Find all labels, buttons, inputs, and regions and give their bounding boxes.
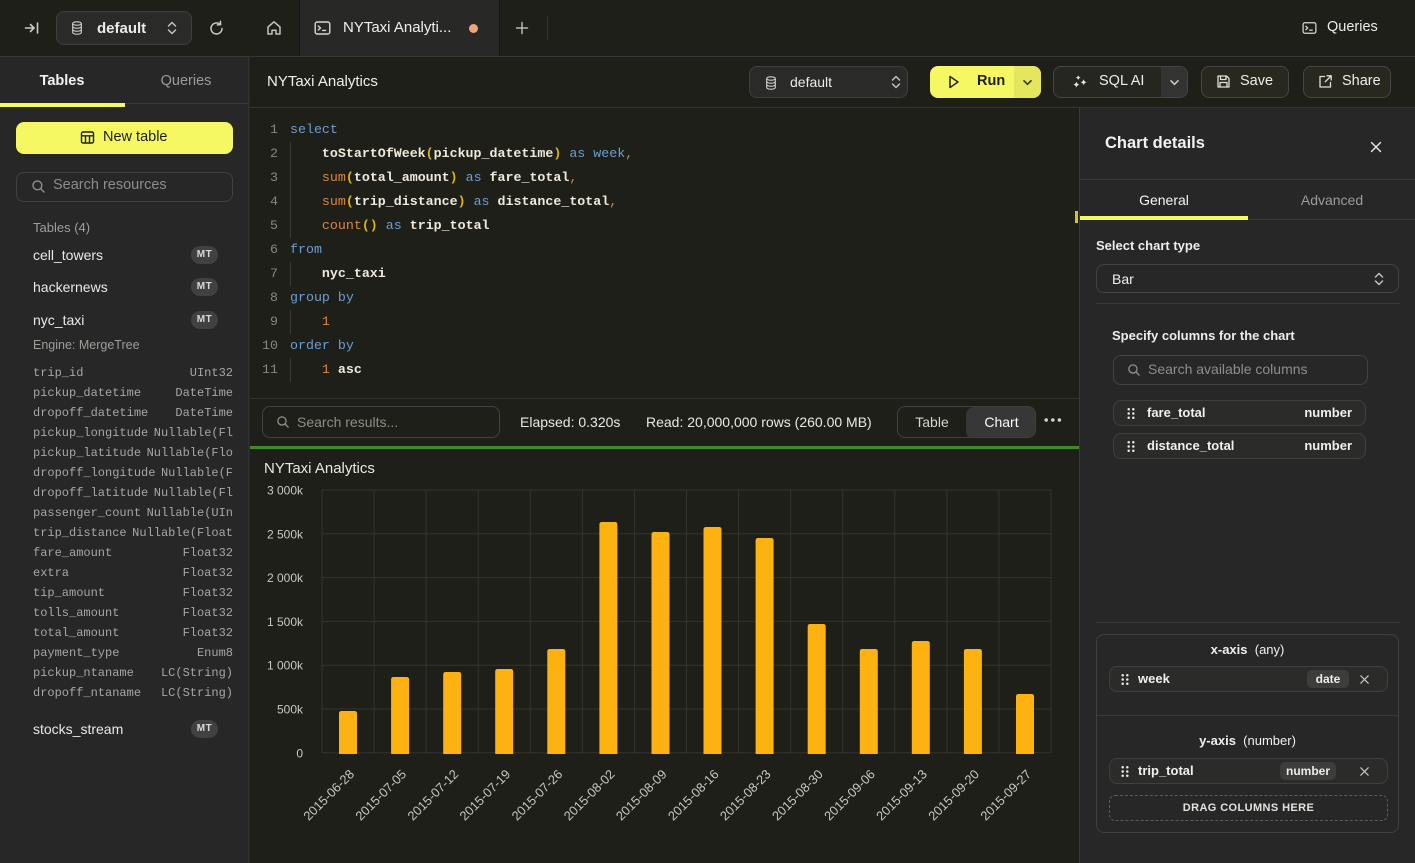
- svg-text:2015-09-20: 2015-09-20: [925, 767, 982, 824]
- svg-text:0: 0: [296, 746, 303, 760]
- svg-text:3 000k: 3 000k: [267, 484, 304, 498]
- svg-text:2015-08-23: 2015-08-23: [717, 767, 774, 824]
- svg-text:2015-08-02: 2015-08-02: [561, 767, 618, 824]
- svg-text:2015-07-26: 2015-07-26: [509, 767, 566, 824]
- svg-text:2015-07-19: 2015-07-19: [456, 767, 513, 824]
- svg-text:2015-09-27: 2015-09-27: [977, 767, 1034, 824]
- svg-text:2 500k: 2 500k: [267, 527, 304, 541]
- svg-text:2015-07-05: 2015-07-05: [352, 767, 409, 824]
- svg-text:2 000k: 2 000k: [267, 571, 304, 585]
- svg-text:2015-08-16: 2015-08-16: [665, 767, 722, 824]
- svg-text:1 500k: 1 500k: [267, 615, 304, 629]
- svg-text:2015-08-30: 2015-08-30: [769, 767, 826, 824]
- svg-text:2015-09-13: 2015-09-13: [873, 767, 930, 824]
- svg-text:2015-09-06: 2015-09-06: [821, 767, 878, 824]
- svg-text:500k: 500k: [277, 703, 304, 717]
- svg-text:1 000k: 1 000k: [267, 659, 304, 673]
- svg-text:2015-08-09: 2015-08-09: [613, 767, 670, 824]
- svg-text:2015-06-28: 2015-06-28: [300, 767, 357, 824]
- svg-text:2015-07-12: 2015-07-12: [404, 767, 461, 824]
